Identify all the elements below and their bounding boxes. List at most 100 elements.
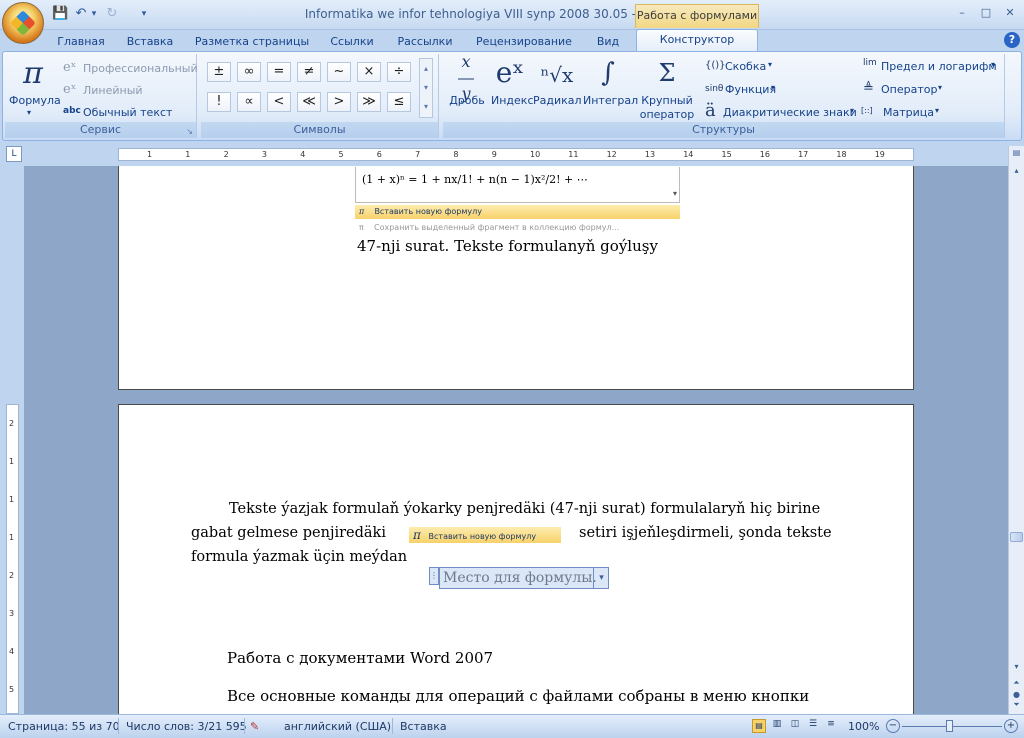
undo-dropdown-icon[interactable]: ▾ xyxy=(90,6,98,22)
integral-button[interactable]: Интеграл xyxy=(583,94,638,107)
ruler-tick-label: 14 xyxy=(683,150,694,159)
matrix-button[interactable]: Матрица xyxy=(883,106,934,119)
insert-mode-indicator[interactable]: Вставка xyxy=(400,718,447,736)
equation-options-dropdown-icon[interactable]: ▾ xyxy=(593,568,609,588)
window-title: Informatika we infor tehnologiya VIII sy… xyxy=(304,7,730,21)
tab-page-layout[interactable]: Разметка страницы xyxy=(192,33,312,52)
ruler-tick-label: 17 xyxy=(798,150,809,159)
tab-review[interactable]: Рецензирование xyxy=(470,33,578,52)
help-icon[interactable]: ? xyxy=(1004,32,1020,48)
limit-dropdown-icon[interactable]: ▾ xyxy=(991,60,995,69)
group-structures: x ― y Дробь eˣ Индекс ⁿ√x Радикал ∫ Интегр… xyxy=(443,54,1005,138)
scroll-down-icon[interactable]: ▾ xyxy=(1010,662,1023,676)
minimize-button[interactable]: – xyxy=(950,4,974,22)
close-button[interactable]: ✕ xyxy=(998,4,1022,22)
big-operator-label-1[interactable]: Крупный xyxy=(639,94,695,107)
language-indicator[interactable]: английский (США) xyxy=(284,718,391,736)
symbol-divide[interactable]: ÷ xyxy=(387,62,411,82)
symbol-factorial[interactable]: ! xyxy=(207,92,231,112)
ruler-tick-label: 5 xyxy=(338,150,344,159)
zoom-slider-thumb[interactable] xyxy=(946,720,953,732)
horizontal-ruler[interactable]: 1 1 2 3 4 5 6 7 8 9 10 11 12 13 14 15 16 17 18 19 xyxy=(118,148,914,161)
symbol-plus-minus[interactable]: ± xyxy=(207,62,231,82)
accent-button[interactable]: Диакритические знаки xyxy=(723,106,857,119)
scroll-thumb[interactable] xyxy=(1010,532,1023,542)
accent-dropdown-icon[interactable]: ▾ xyxy=(850,106,854,115)
symbol-not-equal[interactable]: ≠ xyxy=(297,62,321,82)
radical-button[interactable]: Радикал xyxy=(533,94,582,107)
big-operator-icon[interactable]: Σ xyxy=(653,56,681,90)
spellcheck-icon[interactable]: ✎ xyxy=(250,718,259,736)
index-icon[interactable]: eˣ xyxy=(495,56,525,90)
customize-qat-icon[interactable]: ▾ xyxy=(136,6,152,22)
tab-insert[interactable]: Вставка xyxy=(120,33,180,52)
symbol-infinity[interactable]: ∞ xyxy=(237,62,261,82)
formula-dropdown-icon[interactable]: ▾ xyxy=(27,108,31,117)
ruler-tick-label: 8 xyxy=(453,150,459,159)
dialog-launcher-icon[interactable]: ↘ xyxy=(186,127,193,136)
symbol-times[interactable]: × xyxy=(357,62,381,82)
ruler-toggle-icon[interactable]: ▤ xyxy=(1010,148,1023,162)
operator-dropdown-icon[interactable]: ▾ xyxy=(938,83,942,92)
matrix-dropdown-icon[interactable]: ▾ xyxy=(935,106,939,115)
symbols-gallery-scroll[interactable]: ▴ ▾ ▾ xyxy=(419,58,433,118)
maximize-button[interactable]: □ xyxy=(974,4,998,22)
fraction-button[interactable]: Дробь xyxy=(447,94,487,107)
limit-button[interactable]: Предел и логарифм xyxy=(881,60,997,73)
tab-view[interactable]: Вид xyxy=(588,33,628,52)
zoom-level[interactable]: 100% xyxy=(848,718,879,736)
bracket-dropdown-icon[interactable]: ▾ xyxy=(768,60,772,69)
linear-button[interactable]: Линейный xyxy=(83,84,143,97)
tab-selector-icon[interactable]: L xyxy=(6,146,22,162)
function-button[interactable]: Функция xyxy=(725,83,776,96)
tab-mailings[interactable]: Рассылки xyxy=(390,33,460,52)
equation-placeholder[interactable]: Место для формулы. xyxy=(439,567,609,589)
scroll-up-icon[interactable]: ▴ xyxy=(1010,166,1023,180)
vertical-scrollbar[interactable]: ▤ ▴ ▾ ⏶ ● ⏷ xyxy=(1008,146,1024,714)
web-layout-icon[interactable]: ◫ xyxy=(788,719,802,733)
tab-design[interactable]: Конструктор xyxy=(636,29,758,52)
office-button[interactable] xyxy=(2,2,44,44)
index-button[interactable]: Индекс xyxy=(491,94,534,107)
symbol-equals[interactable]: = xyxy=(267,62,291,82)
ruler-tick-label: 13 xyxy=(644,150,656,159)
zoom-out-icon[interactable]: − xyxy=(886,719,900,733)
word-count[interactable]: Число слов: 3/21 595 xyxy=(126,718,247,736)
save-icon[interactable]: 💾 xyxy=(52,6,68,22)
function-dropdown-icon[interactable]: ▾ xyxy=(771,83,775,92)
gallery-scroll-down-icon[interactable]: ▾ xyxy=(673,189,677,198)
bracket-button[interactable]: Скобка xyxy=(725,60,766,73)
symbol-less-than[interactable]: < xyxy=(267,92,291,112)
formula-button-label[interactable]: Формула xyxy=(9,94,61,107)
radical-icon[interactable]: ⁿ√x xyxy=(537,58,577,92)
operator-button[interactable]: Оператор xyxy=(881,83,937,96)
menu-save-selection[interactable]: π Сохранить выделенный фрагмент в коллек… xyxy=(355,221,680,235)
page-count[interactable]: Страница: 55 из 70 xyxy=(8,718,120,736)
redo-icon[interactable]: ↻ xyxy=(104,6,120,22)
symbol-much-less[interactable]: ≪ xyxy=(297,92,321,112)
draft-view-icon[interactable]: ≡ xyxy=(824,719,838,733)
formula-pi-icon[interactable]: π xyxy=(13,56,53,92)
symbol-much-greater[interactable]: ≫ xyxy=(357,92,381,112)
symbol-proportional[interactable]: ∝ xyxy=(237,92,261,112)
undo-icon[interactable]: ↶ xyxy=(73,6,89,22)
vertical-ruler[interactable]: 2 1 1 1 2 3 4 5 xyxy=(6,404,19,714)
zoom-in-icon[interactable]: + xyxy=(1004,719,1018,733)
outline-view-icon[interactable]: ☰ xyxy=(806,719,820,733)
integral-icon[interactable]: ∫ xyxy=(593,54,623,92)
symbol-greater-than[interactable]: > xyxy=(327,92,351,112)
browse-object-icon[interactable]: ● xyxy=(1010,690,1023,700)
tab-home[interactable]: Главная xyxy=(52,33,110,52)
equation-handle-icon[interactable]: ⋮ xyxy=(429,567,439,585)
big-operator-label-2[interactable]: оператор xyxy=(637,108,697,121)
plain-text-button[interactable]: Обычный текст xyxy=(83,106,172,119)
symbol-less-equal[interactable]: ≤ xyxy=(387,92,411,112)
symbol-tilde[interactable]: ~ xyxy=(327,62,351,82)
page-current: Tekste ýazjak formulaň ýokarky penjredäk… xyxy=(118,404,914,714)
next-page-icon[interactable]: ⏷ xyxy=(1010,700,1023,712)
professional-button[interactable]: Профессиональный xyxy=(83,62,198,75)
menu-insert-new-formula[interactable]: π Вставить новую формулу xyxy=(355,205,680,219)
print-layout-view-icon[interactable]: ▤ xyxy=(752,719,766,733)
tab-references[interactable]: Ссылки xyxy=(324,33,380,52)
full-screen-reading-icon[interactable]: ▥ xyxy=(770,719,784,733)
